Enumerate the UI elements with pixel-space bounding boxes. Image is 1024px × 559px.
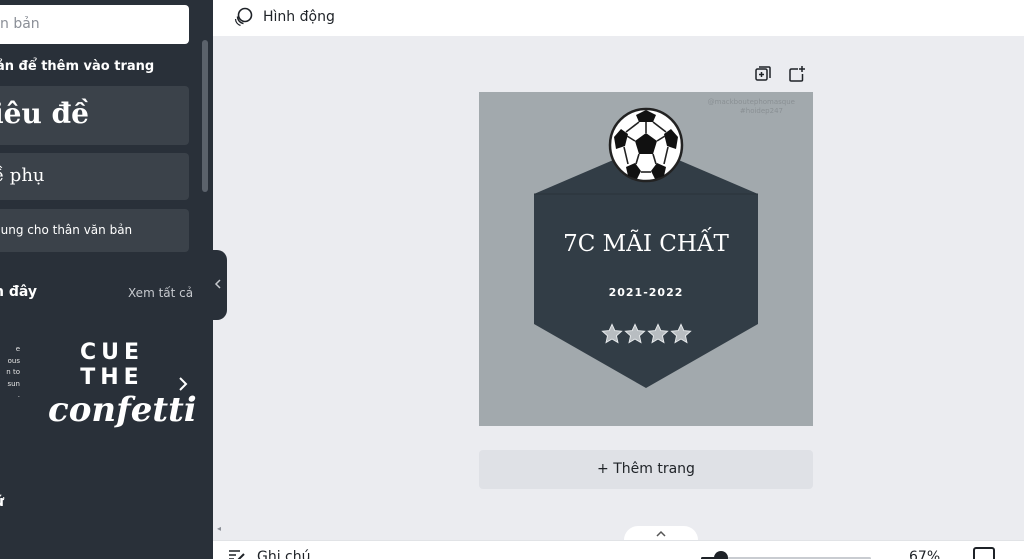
chevron-left-icon [214, 279, 221, 289]
page-tools [753, 64, 807, 84]
add-subheading-button[interactable]: ề phụ [0, 153, 189, 200]
add-body-text-label: dung cho thân văn bản [0, 223, 133, 237]
notes-icon[interactable] [228, 549, 246, 559]
collapse-panel-button[interactable] [209, 250, 227, 320]
animate-icon [234, 7, 253, 27]
recent-text-card-confetti[interactable]: CUE THE confetti [48, 340, 197, 430]
soccer-ball-icon [608, 107, 684, 183]
badge-stars [534, 323, 758, 349]
badge-title: 7C MÃI CHẤT [563, 231, 729, 257]
partial-card-line: . [17, 391, 20, 399]
star-icon [669, 323, 692, 344]
scroll-left-arrow[interactable]: ◂ [217, 524, 221, 533]
see-all-link[interactable]: Xem tất cả [128, 286, 193, 300]
recent-heading: n đây [0, 284, 38, 300]
confetti-card-line2: confetti [48, 390, 197, 430]
search-placeholder: n bản [0, 16, 40, 32]
fonts-heading: ữ [0, 494, 4, 510]
add-heading-button[interactable]: iêu đề [0, 86, 189, 145]
recent-text-card-partial[interactable]: e ous n to sun . [0, 344, 20, 414]
confetti-card-line1: CUE THE [79, 340, 145, 390]
watermark: @mackboutephomasque #hoidep247 [479, 98, 813, 116]
star-icon [600, 323, 623, 344]
add-body-text-button[interactable]: dung cho thân văn bản [0, 209, 189, 252]
search-input[interactable]: n bản [0, 5, 189, 44]
add-page-button[interactable]: + Thêm trang [479, 450, 813, 489]
zoom-slider-thumb[interactable] [714, 551, 729, 559]
zoom-value[interactable]: 67% [909, 549, 940, 559]
add-heading-label: iêu đề [0, 97, 89, 130]
star-icon [646, 323, 669, 344]
add-page-icon[interactable] [787, 64, 807, 84]
duplicate-page-icon[interactable] [753, 64, 773, 84]
notes-label[interactable]: Ghi chú [257, 549, 311, 559]
animate-button[interactable]: Hình động [227, 3, 341, 31]
add-subheading-label: ề phụ [0, 165, 45, 186]
partial-card-line: sun [7, 379, 20, 388]
top-bar: Hình động [213, 0, 1024, 36]
panel-scrollbar[interactable] [202, 40, 208, 192]
partial-card-line: ous [7, 356, 20, 365]
click-to-add-heading: ản để thêm vào trang [0, 59, 155, 74]
chevron-right-icon[interactable] [178, 373, 194, 397]
partial-card-line: e [15, 345, 20, 353]
badge-year: 2021-2022 [608, 286, 684, 299]
chevron-up-icon [656, 530, 666, 537]
design-page[interactable]: @mackboutephomasque #hoidep247 7C MÃI CH… [479, 92, 813, 426]
left-panel: n bản ản để thêm vào trang iêu đề ề phụ … [0, 0, 213, 559]
partial-card-line: n to [6, 368, 20, 376]
watermark-line1: @mackboutephomasque [707, 98, 795, 106]
watermark-line2: #hoidep247 [739, 107, 783, 115]
animate-label: Hình động [263, 9, 335, 25]
bottom-bar: Ghi chú 67% [213, 540, 1024, 559]
star-icon [623, 323, 646, 344]
fullscreen-icon[interactable] [973, 547, 995, 559]
